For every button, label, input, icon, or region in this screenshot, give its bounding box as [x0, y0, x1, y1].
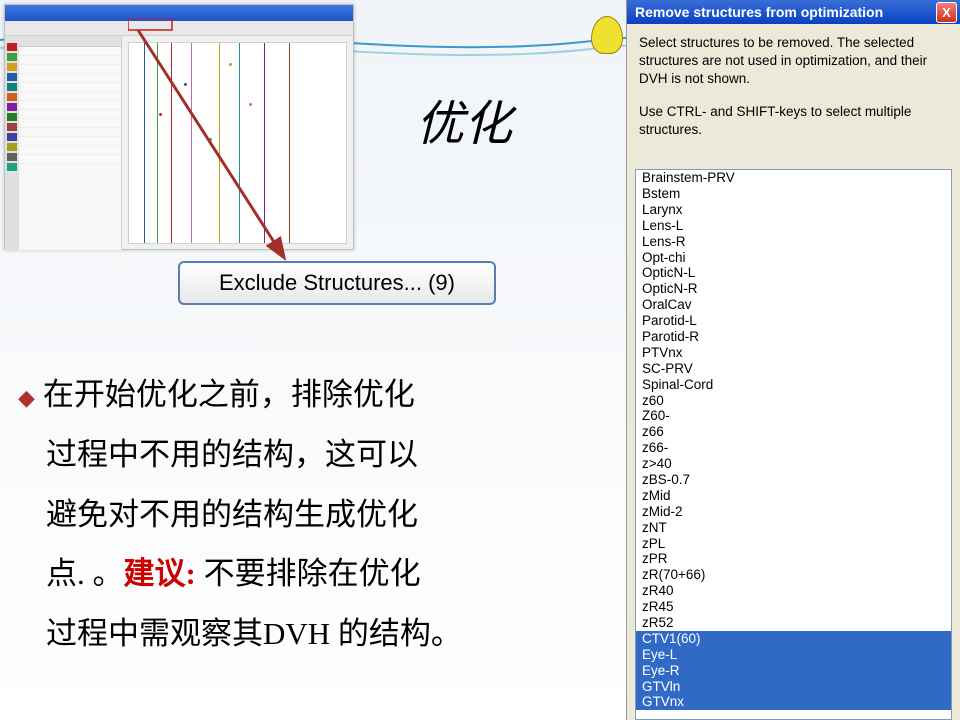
list-item[interactable]: Eye-R: [636, 663, 951, 679]
body-line: 点. 。: [46, 556, 124, 591]
list-item[interactable]: Lens-R: [636, 234, 951, 250]
suggestion-label: 建议:: [124, 556, 196, 591]
exclude-structures-button[interactable]: Exclude Structures... (9): [178, 261, 496, 305]
window-toolbar: [5, 21, 353, 36]
list-item[interactable]: zMid: [636, 488, 951, 504]
window-body: [5, 36, 353, 250]
dvh-text: DVH: [263, 616, 330, 651]
chart-line: [171, 43, 172, 243]
chart-line: [219, 43, 220, 243]
list-item[interactable]: SC-PRV: [636, 361, 951, 377]
list-item[interactable]: zPR: [636, 551, 951, 567]
body-line: 的结构。: [330, 616, 462, 651]
list-item[interactable]: OpticN-L: [636, 265, 951, 281]
list-item[interactable]: GTVnx: [636, 694, 951, 710]
list-item[interactable]: zR40: [636, 583, 951, 599]
list-item[interactable]: Spinal-Cord: [636, 377, 951, 393]
body-line: 不要排除在优化: [196, 556, 421, 591]
exclude-button-label: Exclude Structures... (9): [219, 270, 455, 296]
list-item[interactable]: zPL: [636, 536, 951, 552]
structure-color-chip: [7, 113, 17, 121]
structure-color-chip: [7, 163, 17, 171]
structure-color-chip: [7, 153, 17, 161]
list-item[interactable]: zR45: [636, 599, 951, 615]
chart-line: [157, 43, 158, 243]
body-line: 过程中需观察其: [46, 616, 263, 651]
chart-point: [184, 83, 187, 86]
structure-color-chip: [7, 43, 17, 51]
list-item[interactable]: PTVnx: [636, 345, 951, 361]
structure-color-chip: [7, 133, 17, 141]
structure-listbox[interactable]: Brainstem-PRVBstemLarynxLens-LLens-ROpt-…: [635, 169, 952, 720]
body-line: 避免对不用的结构生成优化: [46, 497, 418, 532]
bullet-icon: ◆: [18, 385, 35, 410]
slide: Exclude Structures... (9) 优化 ◆ 在开始优化之前，排除…: [0, 0, 960, 720]
list-item[interactable]: z66: [636, 424, 951, 440]
list-item[interactable]: z60: [636, 393, 951, 409]
list-item[interactable]: zR52: [636, 615, 951, 631]
structure-color-chip: [7, 63, 17, 71]
list-item[interactable]: OralCav: [636, 297, 951, 313]
list-item[interactable]: Opt-chi: [636, 250, 951, 266]
close-icon: X: [942, 5, 951, 20]
structure-color-chip: [7, 53, 17, 61]
dialog-desc: Select structures to be removed. The sel…: [639, 34, 948, 89]
list-item[interactable]: Parotid-L: [636, 313, 951, 329]
close-button[interactable]: X: [936, 2, 957, 23]
chart-line: [264, 43, 265, 243]
list-item[interactable]: zMid-2: [636, 504, 951, 520]
list-item[interactable]: Parotid-R: [636, 329, 951, 345]
structure-color-chip: [7, 83, 17, 91]
list-item[interactable]: Brainstem-PRV: [636, 170, 951, 186]
list-item[interactable]: zNT: [636, 520, 951, 536]
dialog-title: Remove structures from optimization: [635, 4, 883, 20]
body-line: 在开始优化之前，排除优化: [43, 377, 415, 412]
body-text: ◆在开始优化之前，排除优化 过程中不用的结构，这可以 避免对不用的结构生成优化 …: [18, 365, 618, 664]
dialog-titlebar: Remove structures from optimization X: [627, 0, 960, 24]
chart-line: [289, 43, 290, 243]
structure-color-chip: [7, 143, 17, 151]
list-item[interactable]: Larynx: [636, 202, 951, 218]
list-item[interactable]: z66-: [636, 440, 951, 456]
chart-point: [209, 138, 212, 141]
slide-title: 优化: [416, 84, 512, 154]
list-item[interactable]: Bstem: [636, 186, 951, 202]
list-item[interactable]: GTVln: [636, 679, 951, 695]
structure-color-chip: [7, 73, 17, 81]
structure-color-strip: [5, 36, 19, 250]
list-item[interactable]: Z60-: [636, 408, 951, 424]
window-titlebar: [5, 5, 353, 21]
chart-point: [249, 103, 252, 106]
chart-line: [239, 43, 240, 243]
chart-point: [159, 113, 162, 116]
chart-point: [229, 63, 232, 66]
list-item[interactable]: zR(70+66): [636, 567, 951, 583]
list-item[interactable]: zBS-0.7: [636, 472, 951, 488]
list-item[interactable]: Lens-L: [636, 218, 951, 234]
list-item[interactable]: z>40: [636, 456, 951, 472]
chart-line: [191, 43, 192, 243]
dialog-desc: Use CTRL- and SHIFT-keys to select multi…: [639, 103, 948, 139]
structure-table: [19, 36, 122, 250]
chart-line: [144, 43, 145, 243]
dialog-instructions: Select structures to be removed. The sel…: [627, 24, 960, 163]
structure-color-chip: [7, 123, 17, 131]
logo-shield-icon: [591, 16, 623, 54]
optimization-software-screenshot: [4, 4, 354, 250]
list-item[interactable]: CTV1(60): [636, 631, 951, 647]
list-item[interactable]: OpticN-R: [636, 281, 951, 297]
structure-color-chip: [7, 103, 17, 111]
structure-color-chip: [7, 93, 17, 101]
body-line: 过程中不用的结构，这可以: [46, 437, 418, 472]
remove-structures-dialog: Remove structures from optimization X Se…: [626, 0, 960, 720]
list-item[interactable]: Eye-L: [636, 647, 951, 663]
dvh-chart: [128, 42, 347, 244]
